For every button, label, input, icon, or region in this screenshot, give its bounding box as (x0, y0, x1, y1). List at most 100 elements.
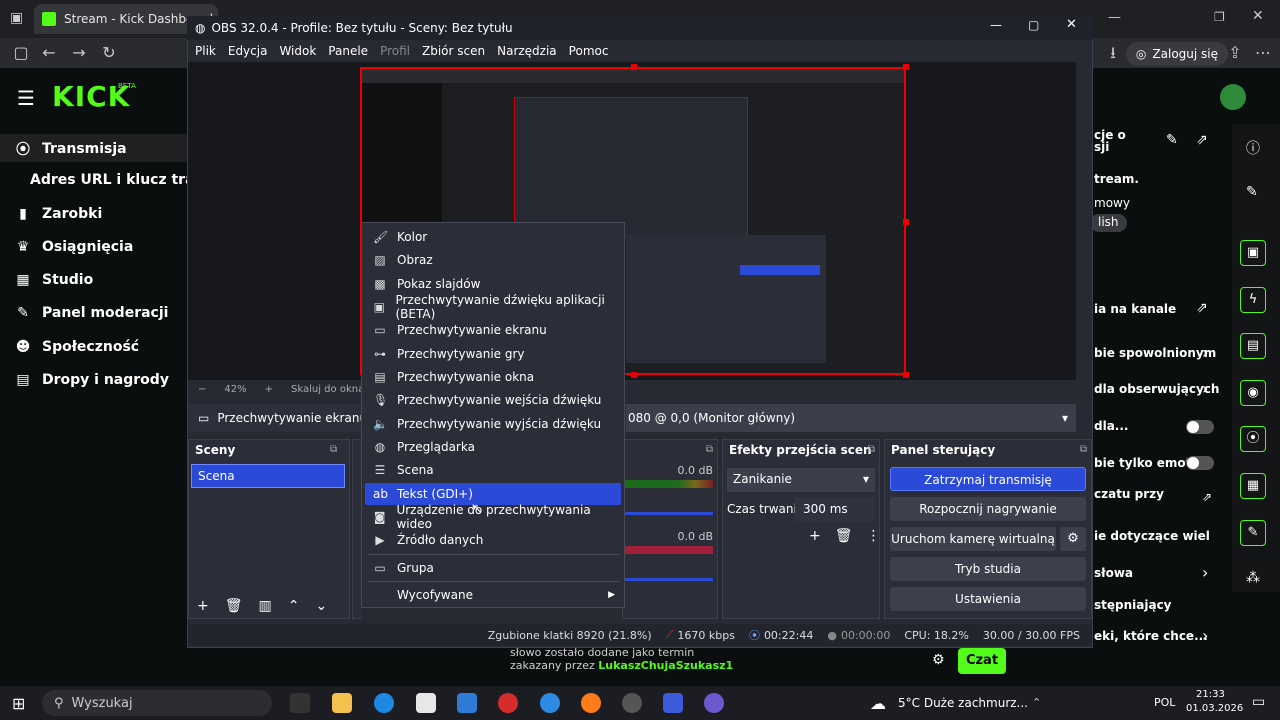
minimize-browser-icon[interactable]: — (1108, 10, 1121, 25)
reload-icon[interactable]: ↻ (94, 38, 124, 68)
menu-item-audio-output[interactable]: 🔈 Przechwytywanie wyjścia dźwięku (365, 413, 621, 435)
capture-icon[interactable]: ▣ (1240, 240, 1266, 266)
menu-item-pokaz-slajdow[interactable]: ▩ Pokaz slajdów (365, 273, 621, 295)
firefox-icon[interactable] (581, 693, 601, 713)
menu-item-scene[interactable]: ☰ Scena (365, 459, 621, 481)
chat-settings-gear-icon[interactable]: ⚙ (932, 652, 945, 668)
dock-float-icon[interactable]: ⧉ (706, 444, 713, 455)
hamburger-icon[interactable]: ☰ (17, 86, 35, 110)
layout-icon[interactable]: ▦ (1240, 473, 1266, 499)
edge-icon[interactable] (374, 693, 394, 713)
wrench-tool-icon[interactable]: ✎ (1240, 520, 1266, 546)
chat-send-button[interactable]: Czat (958, 648, 1006, 674)
zoom-out-icon[interactable]: − (198, 384, 206, 395)
filter-icon[interactable]: ▥ (259, 598, 272, 614)
start-recording-button[interactable]: Rozpocznij nagrywanie (890, 497, 1086, 521)
arrow-down-icon[interactable]: ⌄ (315, 598, 327, 614)
restore-browser-icon[interactable]: ❐ (1214, 10, 1225, 24)
menu-dots-icon[interactable]: ⋯ (1248, 38, 1278, 68)
obs-taskbar-icon[interactable] (622, 693, 642, 713)
volume-slider-2[interactable] (625, 578, 713, 581)
chevron-right-icon[interactable]: › (1202, 626, 1208, 645)
app-icon[interactable] (457, 693, 477, 713)
resize-handle[interactable] (903, 219, 909, 225)
which-setting[interactable]: eki, które chce... (1094, 629, 1208, 643)
stop-streaming-button[interactable]: Zatrzymaj transmisję (890, 467, 1086, 491)
info-icon[interactable]: ⓘ (1246, 138, 1260, 158)
discord-icon[interactable] (704, 693, 724, 713)
menu-narzedzia[interactable]: Narzędzia (497, 44, 557, 58)
virtual-camera-settings-gear-icon[interactable]: ⚙ (1060, 527, 1086, 551)
scene-item[interactable]: Scena (191, 464, 345, 488)
popout-icon-2[interactable]: ⇗ (1196, 300, 1208, 316)
sidebar-item-dropy[interactable]: ▤ Dropy i nagrody (14, 372, 169, 388)
menu-zbior-scen[interactable]: Zbiór scen (422, 44, 485, 58)
dock-float-icon[interactable]: ⧉ (1080, 444, 1087, 455)
add-icon[interactable]: + (197, 598, 209, 614)
sidebar-item-zarobki[interactable]: ▮ Zarobki (14, 206, 102, 222)
windows-start-icon[interactable]: ⊞ (12, 694, 25, 713)
back-icon[interactable]: ← (34, 38, 64, 68)
arrow-up-icon[interactable]: ⌃ (288, 598, 300, 614)
studio-mode-button[interactable]: Tryb studia (890, 557, 1086, 581)
clock-time[interactable]: 21:33 (1196, 689, 1225, 700)
sidebar-item-panel-moderacji[interactable]: ✎ Panel moderacji (14, 305, 168, 321)
file-explorer-icon[interactable] (332, 693, 352, 713)
trash-icon[interactable]: 🗑 (835, 528, 853, 544)
download-icon[interactable]: ⭳ (1098, 38, 1128, 68)
sidebar-item-studio[interactable]: ▦ Studio (14, 272, 93, 288)
menu-item-text-gdi[interactable]: ab Tekst (GDI+) (365, 483, 621, 505)
trash-icon[interactable]: 🗑 (225, 598, 243, 614)
sidebar-item-spolecznosc[interactable]: ☻ Społeczność (14, 339, 139, 355)
tray-chevron-icon[interactable]: ⌃ (1032, 696, 1041, 709)
login-button[interactable]: ◎ Zaloguj się (1125, 42, 1228, 66)
task-view-icon[interactable] (290, 693, 310, 713)
subs-only-toggle[interactable] (1186, 420, 1214, 434)
tab-actions-icon[interactable]: ▣ (10, 10, 23, 26)
menu-edycja[interactable]: Edycja (228, 44, 268, 58)
menu-item-group[interactable]: ▭ Grupa (365, 557, 621, 579)
apps-icon[interactable]: ⁂ (1246, 570, 1260, 586)
obs-close-icon[interactable]: ✕ (1066, 17, 1077, 32)
duration-spinbox[interactable]: 300 ms (795, 498, 875, 522)
broadcast-tool-icon[interactable]: ⦿ (1240, 426, 1266, 452)
display-select[interactable]: 080 @ 0,0 (Monitor główny) ▾ (626, 404, 1076, 432)
banned-words-setting[interactable]: słowa (1094, 566, 1133, 580)
menu-item-browser[interactable]: ◍ Przeglądarka (365, 436, 621, 458)
resize-handle[interactable] (903, 372, 909, 378)
menu-item-video-device[interactable]: ◙ Urządzenie do przechwytywania wideo (365, 503, 621, 531)
clipboard-icon[interactable]: ▤ (1240, 333, 1266, 359)
external-link-icon[interactable]: ⇗ (1202, 490, 1212, 504)
clock-date[interactable]: 01.03.2026 (1186, 703, 1243, 714)
resize-handle[interactable] (631, 372, 637, 378)
share-icon[interactable]: ⇪ (1220, 38, 1250, 68)
resize-handle[interactable] (631, 64, 637, 70)
avatar[interactable] (1220, 84, 1246, 110)
fit-to-window[interactable]: Skaluj do okna (291, 384, 364, 395)
menu-item-audio-input[interactable]: 🎙 Przechwytywanie wejścia dźwięku (365, 389, 621, 411)
menu-profil[interactable]: Profil (380, 44, 410, 58)
menu-item-deprecated[interactable]: Wycofywane ▶ (365, 584, 621, 606)
lightning-icon[interactable]: ϟ (1240, 287, 1266, 313)
dock-float-icon[interactable]: ⧉ (330, 444, 337, 455)
menu-widok[interactable]: Widok (279, 44, 316, 58)
transition-select[interactable]: Zanikanie ▾ (727, 468, 875, 492)
chat-username[interactable]: LukaszChujaSzukasz1 (598, 659, 733, 672)
menu-item-window-capture[interactable]: ▤ Przechwytywanie okna (365, 366, 621, 388)
menu-item-kolor[interactable]: 🖌 Kolor (365, 226, 621, 248)
menu-item-screen-capture[interactable]: ▭ Przechwytywanie ekranu (365, 319, 621, 341)
menu-item-media-source[interactable]: ▶ Źródło danych (365, 529, 621, 551)
popout-icon[interactable]: ⇗ (1196, 132, 1208, 148)
pencil-icon[interactable]: ✎ (1246, 184, 1258, 200)
app-icon-2[interactable] (540, 693, 560, 713)
menu-plik[interactable]: Plik (195, 44, 216, 58)
more-icon[interactable]: ⋮ (867, 528, 881, 544)
chat-bubble-icon[interactable]: ◉ (1240, 380, 1266, 406)
emote-only-toggle[interactable] (1186, 456, 1214, 470)
forward-icon[interactable]: → (64, 38, 94, 68)
taskbar-search[interactable]: ⚲ Wyszukaj (42, 690, 272, 716)
obs-maximize-icon[interactable]: ▢ (1028, 18, 1039, 32)
chevron-right-icon[interactable]: › (1202, 343, 1208, 362)
sidebar-toggle-icon[interactable]: ▢ (6, 38, 36, 68)
sidebar-item-osiagniecia[interactable]: ♛ Osiągnięcia (14, 239, 134, 255)
